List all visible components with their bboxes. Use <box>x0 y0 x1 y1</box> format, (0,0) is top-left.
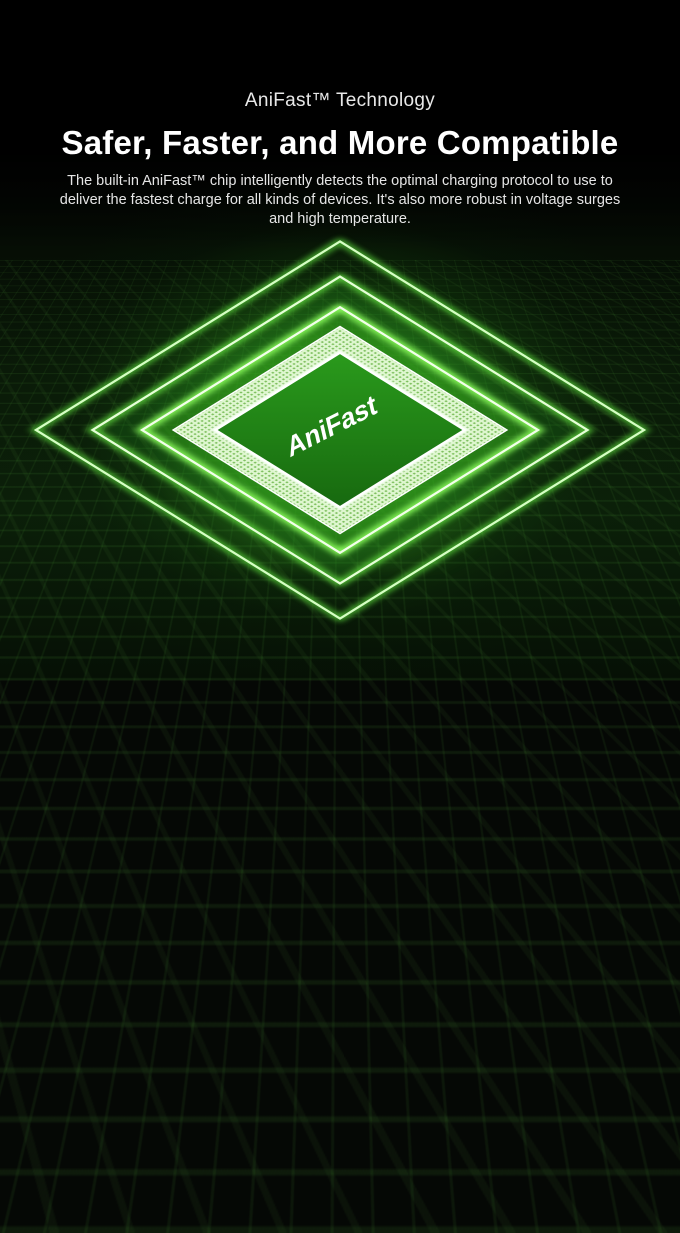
chip-graphic: AniFast <box>0 0 680 680</box>
chip-illustration: AniFast <box>0 0 680 680</box>
